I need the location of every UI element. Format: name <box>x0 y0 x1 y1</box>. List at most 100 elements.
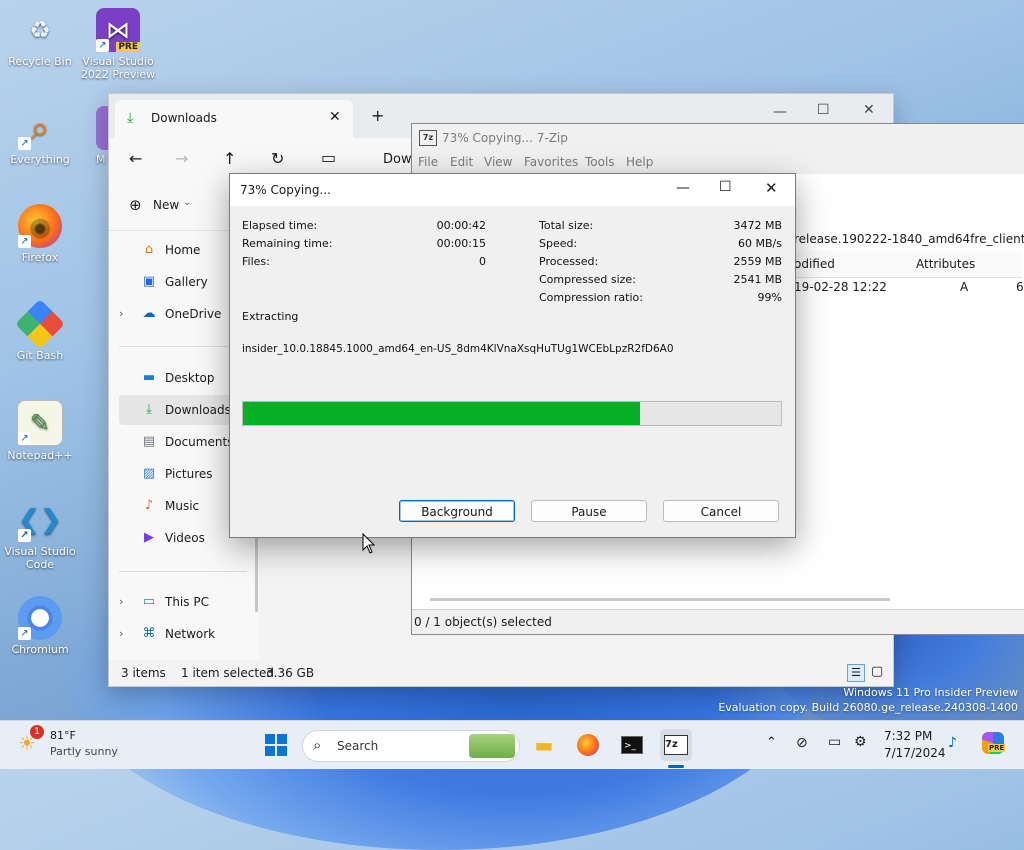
dialog-body: Elapsed time: 00:00:42 Remaining time: 0… <box>230 206 795 537</box>
clock-time[interactable]: 7:32 PM <box>884 729 932 743</box>
desktop-icon-visual-studio-preview[interactable]: ⋈ ↗ PRE Visual Studio 2022 Preview <box>78 8 158 81</box>
nav-item-music[interactable]: ♪ Music <box>119 491 247 521</box>
windows-logo-icon <box>265 734 287 756</box>
7zip-menu-bar: File Edit View Favorites Tools Help <box>412 152 1024 174</box>
close-icon[interactable]: ✕ <box>765 179 778 197</box>
table-row[interactable]: 19-02-28 12:22 A 6 <box>794 277 1024 297</box>
terminal-taskbar-icon[interactable]: >_ <box>616 729 648 761</box>
desktop-icon-git-bash[interactable]: Git Bash <box>0 299 80 362</box>
up-icon[interactable]: ↑ <box>223 151 236 167</box>
nav-item-documents[interactable]: ▤ Documents <box>119 427 247 457</box>
videos-folder-icon: ▶ <box>144 530 154 545</box>
minimize-icon[interactable]: — <box>676 180 690 196</box>
nav-label: This PC <box>165 595 209 609</box>
chevron-right-icon[interactable]: › <box>119 299 123 329</box>
7zip-taskbar-icon[interactable]: 7z <box>660 729 692 761</box>
7zip-address-path[interactable]: release.190222-1840_amd64fre_client-ente… <box>794 232 1024 246</box>
downloads-folder-icon: ⤓ <box>146 402 152 417</box>
weather-widget[interactable]: ☀ 1 <box>18 725 44 755</box>
shortcut-arrow-icon: ↗ <box>18 529 31 542</box>
nav-item-onedrive[interactable]: › ☁ OneDrive <box>119 299 247 329</box>
network-offline-icon[interactable]: ⊘ <box>796 735 808 751</box>
menu-help[interactable]: Help <box>626 155 653 169</box>
start-button[interactable] <box>260 729 292 761</box>
firefox-icon: ◉ ↗ <box>18 204 62 248</box>
desktop-icon-label: Git Bash <box>16 349 64 362</box>
menu-view[interactable]: View <box>484 155 512 169</box>
maximize-icon[interactable]: ☐ <box>719 179 732 195</box>
forward-icon[interactable]: → <box>175 151 188 167</box>
copy-progress-dialog[interactable]: 73% Copying... — ☐ ✕ Elapsed time: 00:00… <box>229 173 796 538</box>
accessibility-icon[interactable]: ⚙ <box>854 734 867 750</box>
nav-item-network[interactable]: › ⌘ Network <box>119 619 247 649</box>
notification-bell-icon[interactable]: ♪ <box>948 735 957 751</box>
remaining-time-label: Remaining time: <box>242 237 333 250</box>
pause-button[interactable]: Pause <box>531 500 647 522</box>
details-view-icon[interactable]: ☰ <box>847 664 865 682</box>
desktop-icon-firefox[interactable]: ◉ ↗ Firefox <box>0 204 80 264</box>
menu-edit[interactable]: Edit <box>450 155 473 169</box>
nav-label: Home <box>165 243 201 257</box>
desktop-icon-everything[interactable]: ⌕ ↗ Everything <box>0 106 80 166</box>
tab-downloads[interactable]: ⤓ Downloads ✕ <box>115 100 353 138</box>
taskbar-search-box[interactable]: ⌕ Search <box>302 730 520 762</box>
desktop-icon-recycle-bin[interactable]: ♻ Recycle Bin <box>0 8 80 68</box>
clock-date[interactable]: 7/17/2024 <box>884 746 946 760</box>
desktop-icon-partial[interactable]: M <box>78 106 108 166</box>
nav-item-gallery[interactable]: ▣ Gallery <box>119 267 247 297</box>
desktop-icon-label: Visual Studio 2022 Preview <box>80 55 156 81</box>
menu-file[interactable]: File <box>418 155 438 169</box>
tiles-view-icon[interactable]: ▢ <box>871 664 883 679</box>
chevron-up-icon[interactable]: ⌃ <box>766 735 777 750</box>
chevron-right-icon[interactable]: › <box>119 619 123 649</box>
column-attributes[interactable]: Attributes <box>916 257 975 271</box>
maximize-icon[interactable]: ☐ <box>817 102 830 118</box>
display-icon[interactable]: ▭ <box>828 734 841 750</box>
menu-favorites[interactable]: Favorites <box>524 155 578 169</box>
desktop-icon-vscode[interactable]: ❮❯ ↗ Visual Studio Code <box>0 498 80 571</box>
this-pc-address-icon[interactable]: ▭ <box>321 150 336 166</box>
file-explorer-taskbar-icon[interactable]: ▬ <box>528 729 560 761</box>
current-file-name: insider_10.0.18845.1000_amd64_en-US_8dm4… <box>242 343 674 355</box>
desktop-icon-chromium[interactable]: ↗ Chromium <box>0 596 80 656</box>
pre-badge: PRE <box>116 42 140 52</box>
cancel-button[interactable]: Cancel <box>663 500 779 522</box>
nav-label: Gallery <box>165 275 208 289</box>
nav-item-desktop[interactable]: ▬ Desktop <box>119 363 247 393</box>
minimize-icon[interactable]: — <box>773 104 787 120</box>
desktop-icon-notepad-plus-plus[interactable]: ✎ ↗ Notepad++ <box>0 400 80 462</box>
menu-tools[interactable]: Tools <box>585 155 615 169</box>
background-button[interactable]: Background <box>399 500 515 522</box>
weather-temp: 81°F <box>50 729 76 742</box>
compression-ratio-value: 99% <box>757 291 782 304</box>
new-tab-button[interactable]: + <box>371 106 384 125</box>
nav-item-this-pc[interactable]: › ▭ This PC <box>119 587 247 617</box>
back-icon[interactable]: ← <box>129 151 142 167</box>
address-path[interactable]: Dow <box>383 152 412 167</box>
refresh-icon[interactable]: ↻ <box>271 151 284 167</box>
nav-label: Desktop <box>165 371 215 385</box>
compressed-size-value: 2541 MB <box>733 273 782 286</box>
total-size-value: 3472 MB <box>733 219 782 232</box>
close-tab-icon[interactable]: ✕ <box>329 109 341 125</box>
new-button[interactable]: New <box>153 198 179 212</box>
row-attributes: A <box>960 280 969 294</box>
nav-item-pictures[interactable]: ▨ Pictures <box>119 459 247 489</box>
compressed-size-label: Compressed size: <box>539 273 636 286</box>
firefox-taskbar-icon[interactable] <box>572 729 604 761</box>
7zip-list-header: odified Attributes <box>794 251 1022 278</box>
nav-item-home[interactable]: ⌂ Home <box>119 235 247 265</box>
copilot-preview-icon[interactable]: PRE <box>982 732 1006 754</box>
tray-pre-badge: PRE <box>988 744 1006 752</box>
7zip-horizontal-scrollbar[interactable] <box>430 598 890 601</box>
desktop-icon-label: M <box>96 153 106 166</box>
visual-studio-preview-icon: ⋈ ↗ PRE <box>96 8 140 52</box>
taskbar: ☀ 1 81°F Partly sunny ⌕ Search ▬ >_ 7z ⌃… <box>0 720 1024 769</box>
column-modified[interactable]: odified <box>794 257 835 271</box>
nav-label: Pictures <box>165 467 213 481</box>
nav-item-downloads[interactable]: ⤓ Downloads <box>119 395 247 425</box>
desktop-icon-label: Recycle Bin <box>8 55 72 68</box>
close-window-icon[interactable]: ✕ <box>863 102 875 118</box>
nav-item-videos[interactable]: ▶ Videos <box>119 523 247 553</box>
chevron-right-icon[interactable]: › <box>119 587 123 617</box>
